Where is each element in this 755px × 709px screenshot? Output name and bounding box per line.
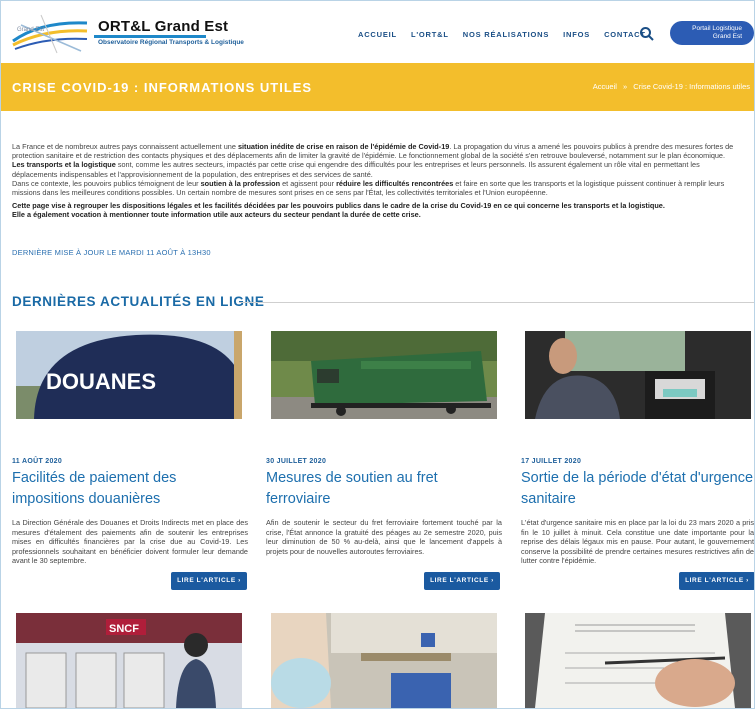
- page-title: CRISE COVID-19 : INFORMATIONS UTILES: [12, 80, 313, 95]
- douanes-photo[interactable]: DOUANES: [16, 331, 242, 419]
- breadcrumb-current: Crise Covid-19 : Informations utiles: [633, 82, 750, 91]
- chevron-right-icon: ›: [238, 577, 241, 584]
- breadcrumb: Accueil » Crise Covid-19 : Informations …: [593, 82, 750, 91]
- news-title[interactable]: Mesures de soutien au fret ferroviaire: [266, 468, 466, 510]
- taxi-photo[interactable]: [525, 331, 751, 419]
- nav-accueil[interactable]: ACCUEIL: [358, 30, 397, 39]
- breadcrumb-separator: »: [623, 82, 628, 91]
- news-title[interactable]: Facilités de paiement des impositions do…: [12, 468, 212, 510]
- brand-subtitle: Observatoire Régional Transports & Logis…: [98, 39, 244, 46]
- page: Grand Est ORT&L Grand Est Observatoire R…: [0, 0, 755, 709]
- news-card: DOUANES 11 AOÛT 2020 Facilités de paieme…: [12, 331, 248, 590]
- nav-realisations[interactable]: NOS RÉALISATIONS: [463, 30, 549, 39]
- news-card: 30 JUILLET 2020 Mesures de soutien au fr…: [266, 331, 502, 590]
- intro-paragraph-2: Les transports et la logistique sont, co…: [12, 160, 700, 179]
- sncf-logo: SNCF: [109, 623, 139, 635]
- nav-ortl[interactable]: L'ORT&L: [411, 30, 449, 39]
- section-divider: [239, 302, 754, 303]
- news-date: 30 JUILLET 2020: [266, 458, 327, 465]
- main-nav: ACCUEIL L'ORT&L NOS RÉALISATIONS INFOS C…: [358, 30, 660, 39]
- last-update: DERNIÈRE MISE À JOUR LE MARDI 11 AOÛT À …: [12, 248, 211, 257]
- train-photo[interactable]: [271, 331, 497, 419]
- section-title: DERNIÈRES ACTUALITÉS EN LIGNE: [12, 294, 265, 309]
- sncf-photo[interactable]: SNCF: [16, 613, 242, 708]
- douanes-label: DOUANES: [46, 369, 156, 394]
- news-card: 17 JUILLET 2020 Sortie de la période d'é…: [521, 331, 754, 590]
- page-banner: CRISE COVID-19 : INFORMATIONS UTILES Acc…: [1, 63, 754, 111]
- intro-paragraph-3: Dans ce contexte, les pouvoirs publics t…: [12, 178, 725, 198]
- chevron-right-icon: ›: [746, 577, 749, 584]
- brand-name[interactable]: ORT&L Grand Est: [98, 18, 228, 35]
- news-excerpt: La Direction Générale des Douanes et Dro…: [12, 518, 248, 566]
- intro-paragraph-4: Cette page vise à regrouper les disposit…: [12, 201, 665, 211]
- read-article-button[interactable]: LIRE L'ARTICLE ›: [171, 572, 247, 590]
- nav-infos[interactable]: INFOS: [563, 30, 590, 39]
- ortl-logo-icon[interactable]: Grand Est: [11, 11, 89, 55]
- intro-paragraph-1: La France et de nombreux autres pays con…: [12, 142, 734, 161]
- news-title[interactable]: Sortie de la période d'état d'urgence sa…: [521, 468, 754, 510]
- svg-text:Grand Est: Grand Est: [17, 27, 44, 33]
- chevron-right-icon: ›: [491, 577, 494, 584]
- news-date: 17 JUILLET 2020: [521, 458, 582, 465]
- news-excerpt: L'état d'urgence sanitaire mis en place …: [521, 518, 754, 566]
- document-photo[interactable]: [525, 613, 751, 708]
- portal-logistique-button[interactable]: Portail Logistique Grand Est: [670, 21, 754, 45]
- breadcrumb-home[interactable]: Accueil: [593, 82, 617, 91]
- news-date: 11 AOÛT 2020: [12, 458, 63, 465]
- search-icon[interactable]: [639, 26, 655, 42]
- brand-underline: [94, 35, 206, 38]
- read-article-button[interactable]: LIRE L'ARTICLE ›: [424, 572, 500, 590]
- site-header: Grand Est ORT&L Grand Est Observatoire R…: [1, 1, 754, 63]
- intro-text: La France et de nombreux autres pays con…: [12, 142, 746, 220]
- read-article-button[interactable]: LIRE L'ARTICLE ›: [679, 572, 754, 590]
- news-excerpt: Afin de soutenir le secteur du fret ferr…: [266, 518, 502, 556]
- classroom-photo[interactable]: [271, 613, 497, 708]
- intro-paragraph-5: Elle a également vocation à mentionner t…: [12, 210, 421, 220]
